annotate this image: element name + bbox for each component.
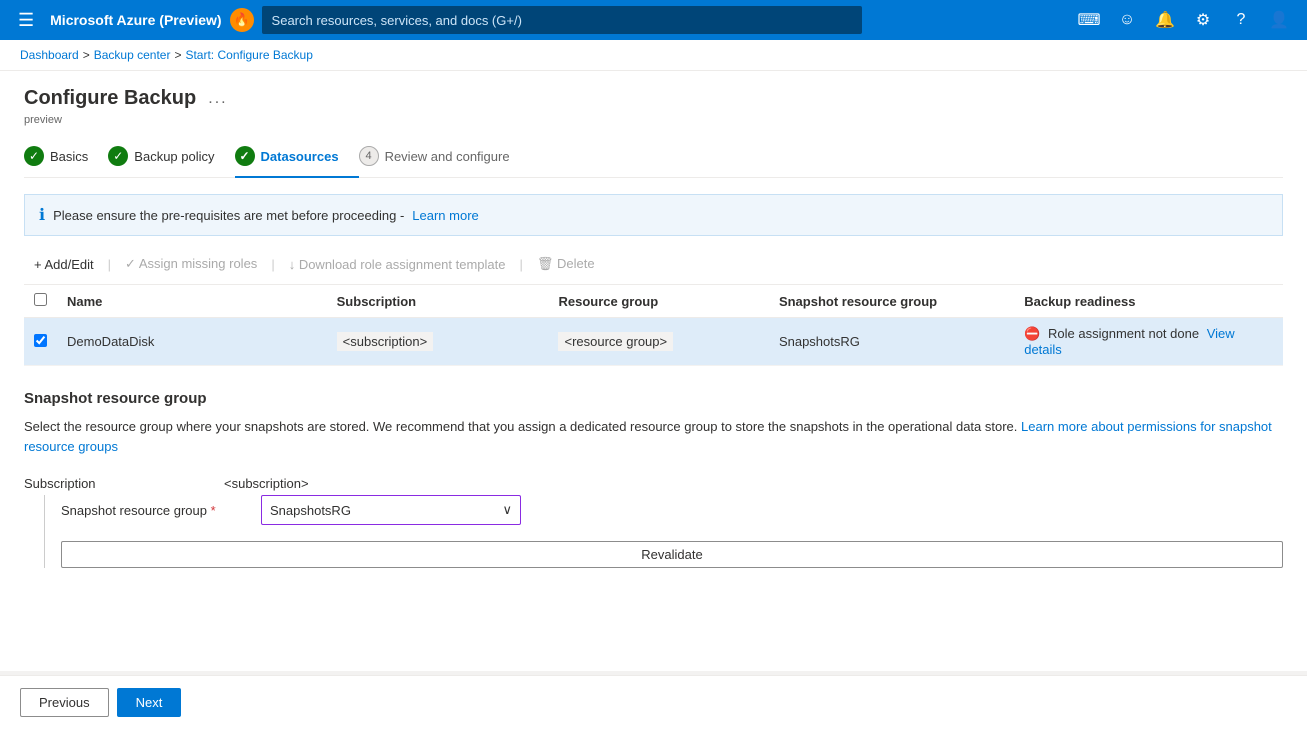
step-backup-policy[interactable]: ✓ Backup policy [108,138,234,178]
step4-icon: 4 [359,146,379,166]
notifications-icon[interactable]: 🔔 [1147,2,1183,38]
snapshot-form: Subscription <subscription> Snapshot res… [24,470,1283,568]
subscription-row: Subscription <subscription> [24,470,1283,491]
fire-icon: 🔥 [230,8,254,32]
cell-rg: <resource group> [548,318,768,366]
hamburger-menu[interactable]: ☰ [10,6,42,35]
subscription-value-display: <subscription> [224,470,309,491]
toolbar: + Add/Edit | ✓ Assign missing roles | ↓ … [24,252,1283,285]
col-header-rg: Resource group [548,285,768,318]
step-datasources[interactable]: ✓ Datasources [235,138,359,178]
app-title: Microsoft Azure (Preview) [50,12,221,28]
step-basics[interactable]: ✓ Basics [24,138,108,178]
more-button[interactable]: ... [208,90,227,108]
search-input[interactable] [262,6,862,34]
breadcrumb-sep2: > [174,48,181,62]
breadcrumb-dashboard[interactable]: Dashboard [20,48,79,62]
step2-icon: ✓ [108,146,128,166]
terminal-icon[interactable]: ⌨ [1071,2,1107,38]
step3-icon: ✓ [235,146,255,166]
table-row: DemoDataDisk <subscription> <resource gr… [24,318,1283,366]
breadcrumb-backup-center[interactable]: Backup center [94,48,171,62]
snapshot-rg-value: SnapshotsRG [270,503,351,518]
toolbar-sep3: | [519,257,522,272]
col-header-br: Backup readiness [1014,285,1283,318]
required-indicator: * [211,503,216,518]
help-icon[interactable]: ? [1223,2,1259,38]
breadcrumb: Dashboard > Backup center > Start: Confi… [0,40,1307,71]
info-icon: ℹ [39,205,45,225]
snapshot-rg-row: Snapshot resource group * SnapshotsRG ∨ [61,495,1283,525]
download-template-button[interactable]: ↓ Download role assignment template [279,253,516,276]
cell-name: DemoDataDisk [57,318,327,366]
breadcrumb-sep1: > [83,48,90,62]
step2-label: Backup policy [134,149,214,164]
step4-label: Review and configure [385,149,510,164]
feedback-icon[interactable]: ☺ [1109,2,1145,38]
row-checkbox[interactable] [34,334,47,347]
step1-label: Basics [50,149,88,164]
rg-value: <resource group> [558,332,673,351]
page-footer: Previous Next [0,675,1307,729]
form-nested: Snapshot resource group * SnapshotsRG ∨ … [44,495,1283,568]
delete-button[interactable]: 🗑 Delete [527,252,605,276]
chevron-down-icon: ∨ [502,502,512,518]
page-title: Configure Backup [24,87,196,110]
page-header: Configure Backup ... [24,87,1283,110]
cell-br: ⛔ Role assignment not done View details [1014,318,1283,366]
toolbar-sep1: | [108,257,111,272]
datasources-table: Name Subscription Resource group Snapsho… [24,285,1283,366]
snapshot-section-desc: Select the resource group where your sna… [24,417,1283,456]
snapshot-rg-dropdown[interactable]: SnapshotsRG ∨ [261,495,521,525]
main-content: Configure Backup ... preview ✓ Basics ✓ … [0,71,1307,671]
wizard-steps: ✓ Basics ✓ Backup policy ✓ Datasources 4… [24,138,1283,178]
toolbar-sep2: | [271,257,274,272]
step3-label: Datasources [261,149,339,164]
snapshot-section-title: Snapshot resource group [24,390,1283,407]
info-text: Please ensure the pre-requisites are met… [53,208,404,223]
add-edit-button[interactable]: + Add/Edit [24,253,104,276]
settings-icon[interactable]: ⚙ [1185,2,1221,38]
nav-icons: ⌨ ☺ 🔔 ⚙ ? 👤 [1071,2,1297,38]
subscription-value: <subscription> [337,332,434,351]
col-header-name: Name [57,285,327,318]
backup-readiness-text: Role assignment not done [1048,326,1199,341]
col-header-srg: Snapshot resource group [769,285,1014,318]
info-banner: ℹ Please ensure the pre-requisites are m… [24,194,1283,236]
cell-srg: SnapshotsRG [769,318,1014,366]
learn-more-link[interactable]: Learn more [412,208,478,223]
step1-icon: ✓ [24,146,44,166]
error-icon: ⛔ [1024,326,1040,341]
select-all-checkbox[interactable] [34,293,47,306]
revalidate-button[interactable]: Revalidate [61,541,1283,568]
step-review-configure[interactable]: 4 Review and configure [359,138,530,178]
preview-badge: preview [24,114,1283,126]
next-button[interactable]: Next [117,688,182,717]
cell-subscription: <subscription> [327,318,549,366]
snapshot-desc-text: Select the resource group where your sna… [24,419,1017,434]
col-header-subscription: Subscription [327,285,549,318]
subscription-label: Subscription [24,470,204,491]
previous-button[interactable]: Previous [20,688,109,717]
account-icon[interactable]: 👤 [1261,2,1297,38]
snapshot-rg-label: Snapshot resource group * [61,503,241,518]
breadcrumb-configure-backup[interactable]: Start: Configure Backup [185,48,312,62]
assign-missing-roles-button[interactable]: ✓ Assign missing roles [115,252,267,276]
top-navigation: ☰ Microsoft Azure (Preview) 🔥 ⌨ ☺ 🔔 ⚙ ? … [0,0,1307,40]
